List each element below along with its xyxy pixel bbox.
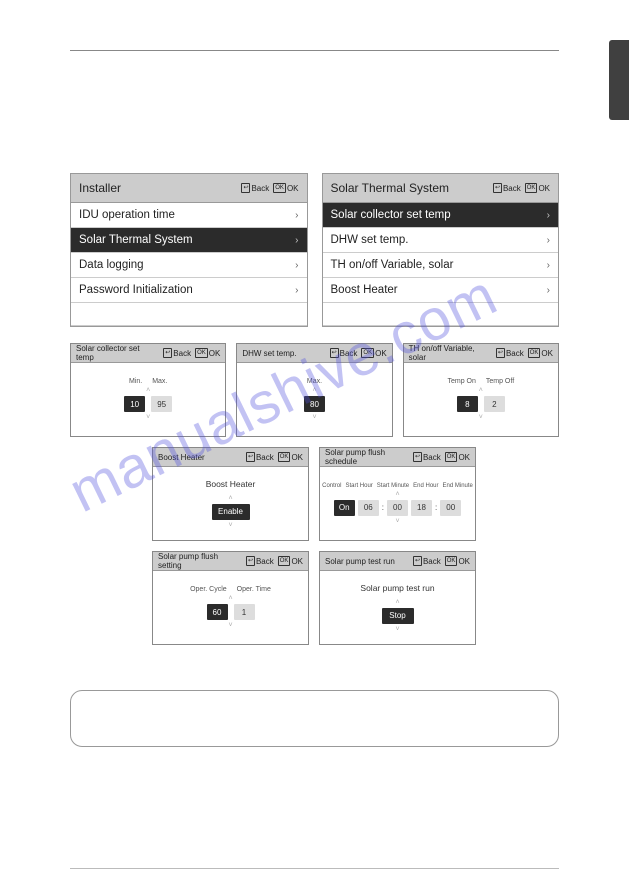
back-button[interactable]: ↩Back [163, 348, 191, 358]
chevron-right-icon: › [547, 285, 550, 296]
item-password-initialization[interactable]: Password Initialization› [71, 278, 307, 303]
page-side-tab [609, 40, 629, 120]
temp-on-value[interactable]: 8 [457, 396, 478, 412]
ok-button[interactable]: OKOK [361, 348, 386, 358]
start-minute[interactable]: 00 [387, 500, 408, 516]
dialog-rows: Solar collector set temp ↩Back OKOK Min.… [70, 343, 559, 645]
boost-heater-label: Boost Heater [206, 479, 256, 489]
back-button[interactable]: ↩Back [246, 556, 274, 566]
item-data-logging[interactable]: Data logging› [71, 253, 307, 278]
chevron-right-icon: › [295, 285, 298, 296]
end-hour[interactable]: 18 [411, 500, 432, 516]
end-minute[interactable]: 00 [440, 500, 461, 516]
start-hour[interactable]: 06 [358, 500, 379, 516]
solar-title: Solar Thermal System [331, 181, 489, 195]
min-value[interactable]: 10 [124, 396, 145, 412]
temp-off-value[interactable]: 2 [484, 396, 505, 412]
ok-button[interactable]: OKOK [528, 348, 553, 358]
dialog-dhw-set-temp: DHW set temp. ↩Back OKOK Max. ˄ 80 ˅ [236, 343, 392, 437]
dialog-row-2: Boost Heater ↩Back OKOK Boost Heater ˄ E… [70, 447, 559, 541]
dialog-pump-flush-setting: Solar pump flush setting ↩Back OKOK Oper… [152, 551, 309, 645]
main-panels-row: Installer ↩Back OKOK IDU operation time›… [70, 173, 559, 327]
back-button[interactable]: ↩Back [241, 183, 269, 193]
item-th-onoff-variable[interactable]: TH on/off Variable, solar› [323, 253, 559, 278]
max-value[interactable]: 80 [304, 396, 325, 412]
dialog-row-1: Solar collector set temp ↩Back OKOK Min.… [70, 343, 559, 437]
back-button[interactable]: ↩Back [246, 452, 274, 462]
ok-button[interactable]: OKOK [525, 183, 550, 193]
chevron-right-icon: › [295, 260, 298, 271]
ok-button[interactable]: OKOK [445, 452, 470, 462]
control-value[interactable]: On [334, 500, 355, 516]
pump-test-label: Solar pump test run [360, 583, 434, 593]
back-button[interactable]: ↩Back [496, 348, 524, 358]
chevron-right-icon: › [547, 260, 550, 271]
dialog-row-3: Solar pump flush setting ↩Back OKOK Oper… [70, 551, 559, 645]
item-solar-collector-set-temp[interactable]: Solar collector set temp› [323, 203, 559, 228]
item-idu-operation-time[interactable]: IDU operation time› [71, 203, 307, 228]
oper-time-value[interactable]: 1 [234, 604, 255, 620]
note-box [70, 690, 559, 747]
item-boost-heater[interactable]: Boost Heater› [323, 278, 559, 303]
installer-title: Installer [79, 181, 237, 195]
chevron-right-icon: › [295, 210, 298, 221]
back-button[interactable]: ↩Back [330, 348, 358, 358]
chevron-right-icon: › [547, 235, 550, 246]
max-value[interactable]: 95 [151, 396, 172, 412]
top-rule [70, 50, 559, 51]
dialog-pump-flush-schedule: Solar pump flush schedule ↩Back OKOK Con… [319, 447, 476, 541]
chevron-right-icon: › [295, 235, 298, 246]
bottom-rule [70, 868, 559, 869]
solar-thermal-panel: Solar Thermal System ↩Back OKOK Solar co… [322, 173, 560, 327]
oper-cycle-value[interactable]: 60 [207, 604, 228, 620]
ok-button[interactable]: OKOK [445, 556, 470, 566]
back-button[interactable]: ↩Back [413, 556, 441, 566]
item-truncated [323, 303, 559, 326]
dialog-boost-heater: Boost Heater ↩Back OKOK Boost Heater ˄ E… [152, 447, 309, 541]
dialog-solar-collector: Solar collector set temp ↩Back OKOK Min.… [70, 343, 226, 437]
item-truncated [71, 303, 307, 326]
dialog-pump-test-run: Solar pump test run ↩Back OKOK Solar pum… [319, 551, 476, 645]
dialog-th-onoff: TH on/off Variable, solar ↩Back OKOK Tem… [403, 343, 559, 437]
ok-button[interactable]: OKOK [278, 556, 303, 566]
ok-button[interactable]: OKOK [195, 348, 220, 358]
item-solar-thermal-system[interactable]: Solar Thermal System› [71, 228, 307, 253]
ok-button[interactable]: OKOK [273, 183, 298, 193]
content-area: Installer ↩Back OKOK IDU operation time›… [70, 173, 559, 655]
chevron-right-icon: › [547, 210, 550, 221]
item-dhw-set-temp[interactable]: DHW set temp.› [323, 228, 559, 253]
ok-button[interactable]: OKOK [278, 452, 303, 462]
installer-header: Installer ↩Back OKOK [71, 174, 307, 203]
installer-panel: Installer ↩Back OKOK IDU operation time›… [70, 173, 308, 327]
back-button[interactable]: ↩Back [493, 183, 521, 193]
pump-test-value[interactable]: Stop [382, 608, 414, 624]
back-button[interactable]: ↩Back [413, 452, 441, 462]
boost-heater-value[interactable]: Enable [212, 504, 250, 520]
solar-header: Solar Thermal System ↩Back OKOK [323, 174, 559, 203]
